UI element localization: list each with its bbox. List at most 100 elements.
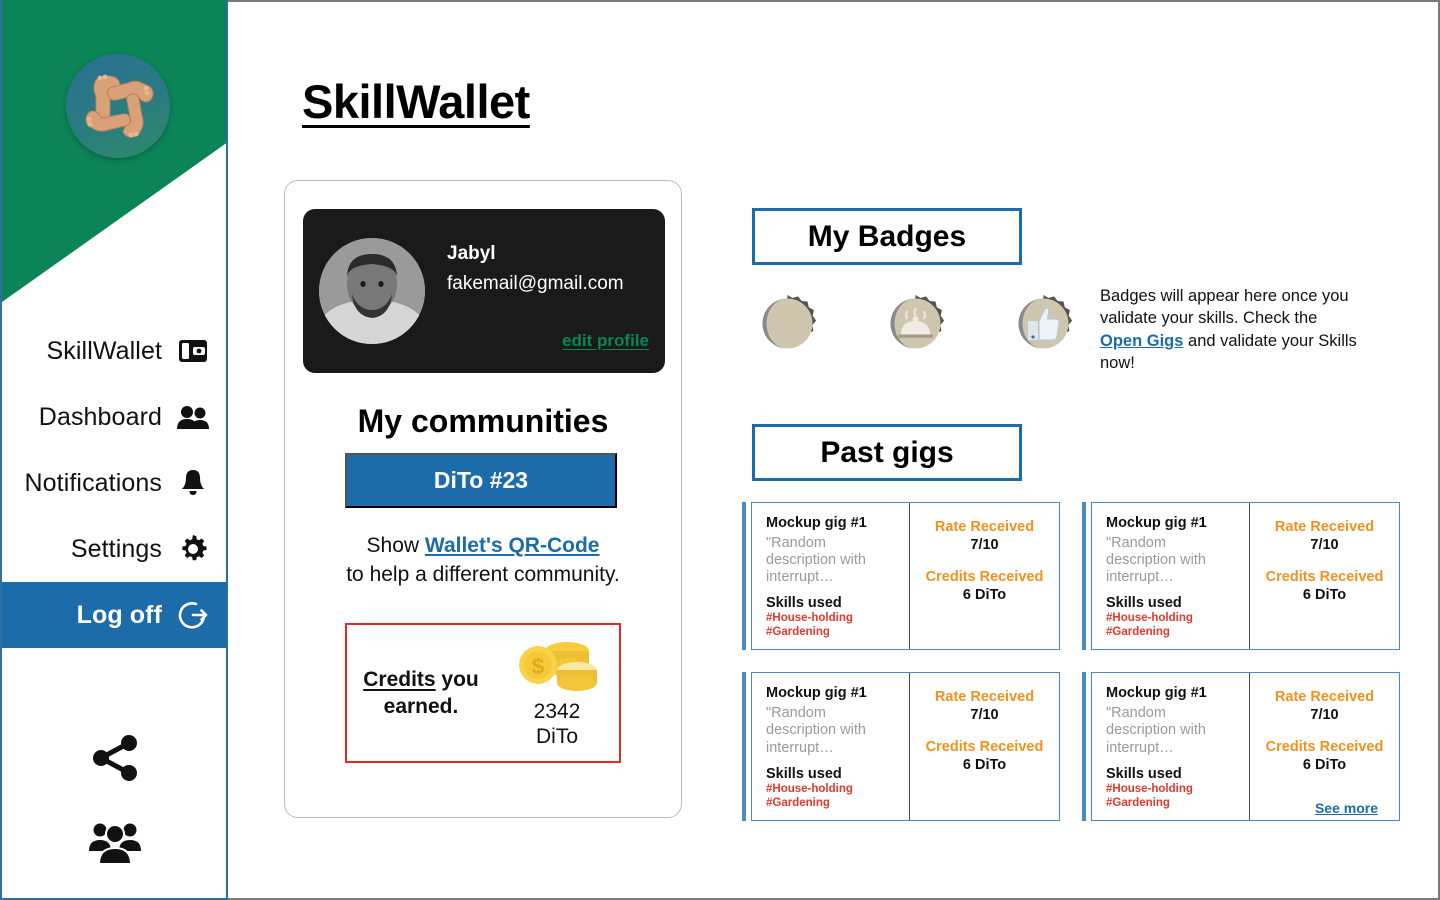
blank-badge-icon[interactable] xyxy=(752,288,823,359)
gig-details: Mockup gig #1 "Random description with i… xyxy=(1092,673,1250,820)
past-gigs-grid: Mockup gig #1 "Random description with i… xyxy=(742,502,1400,821)
gig-tag: #Gardening xyxy=(766,626,830,639)
gig-credits-label: Credits Received xyxy=(925,569,1044,585)
badges-note: Badges will appear here once you validat… xyxy=(1100,285,1362,375)
gig-rate-label: Rate Received xyxy=(934,519,1035,535)
gig-card-wrapper[interactable]: Mockup gig #1 "Random description with i… xyxy=(742,502,1060,651)
gig-card-wrapper[interactable]: Mockup gig #1 "Random description with i… xyxy=(742,672,1060,821)
qr-prefix-text: Show xyxy=(366,534,425,557)
gig-tag: #House-holding xyxy=(766,612,853,625)
profile-card: Jabyl fakemail@gmail.com edit profile My… xyxy=(284,180,682,818)
gig-tag: #Gardening xyxy=(1106,626,1170,639)
gig-rate-value: 7/10 xyxy=(970,707,999,724)
wallet-icon xyxy=(176,334,210,368)
sidebar-item-label: Log off xyxy=(76,600,162,629)
sidebar: SkillWallet Dashboard Notifications Sett… xyxy=(0,0,228,900)
gig-details: Mockup gig #1 "Random description with i… xyxy=(752,673,910,820)
gig-details: Mockup gig #1 "Random description with i… xyxy=(1092,503,1250,650)
qr-suffix-text: to help a different community. xyxy=(346,563,620,587)
gig-skills-label: Skills used xyxy=(1106,765,1182,782)
credits-label: Credits you earned. xyxy=(347,666,495,721)
gig-accent-bar xyxy=(1082,672,1086,821)
credits-word-underlined: Credits xyxy=(363,667,436,691)
gig-tag: #Gardening xyxy=(1106,796,1170,809)
gig-details: Mockup gig #1 "Random description with i… xyxy=(752,503,910,650)
gig-tag: #Gardening xyxy=(766,796,830,809)
food-cloche-badge-icon[interactable] xyxy=(880,288,951,359)
gig-credits-value: 6 DiTo xyxy=(962,757,1007,774)
sidebar-item-settings[interactable]: Settings xyxy=(2,516,226,582)
table-row[interactable]: Mockup gig #1 "Random description with i… xyxy=(751,502,1060,651)
gig-rate-label: Rate Received xyxy=(1274,689,1375,706)
credits-currency: DiTo xyxy=(535,724,578,748)
gig-skills-label: Skills used xyxy=(766,765,842,782)
table-row[interactable]: Mockup gig #1 "Random description with i… xyxy=(751,672,1060,821)
gig-credits-label: Credits Received xyxy=(1265,739,1384,756)
profile-header: Jabyl fakemail@gmail.com edit profile xyxy=(303,209,665,373)
sidebar-item-notifications[interactable]: Notifications xyxy=(2,450,226,516)
gig-card-wrapper[interactable]: Mockup gig #1 "Random description with i… xyxy=(1082,502,1400,651)
gig-accent-bar xyxy=(1082,502,1086,651)
gig-credits-value: 6 DiTo xyxy=(962,587,1007,603)
sidebar-item-label: Dashboard xyxy=(38,402,162,431)
gig-credits-value: 6 DiTo xyxy=(1302,757,1347,774)
svg-text:$: $ xyxy=(532,654,544,679)
gig-title: Mockup gig #1 xyxy=(766,685,867,702)
wallet-qr-code-link[interactable]: Wallet's QR-Code xyxy=(425,534,600,557)
badge-row xyxy=(752,288,1079,359)
gig-stats: Rate Received 7/10 Credits Received 6 Di… xyxy=(910,673,1059,819)
sidebar-item-label: Notifications xyxy=(24,468,162,497)
edit-profile-link[interactable]: edit profile xyxy=(562,331,649,351)
gig-accent-bar xyxy=(742,502,746,651)
gig-title: Mockup gig #1 xyxy=(1106,685,1207,702)
sidebar-item-label: SkillWallet xyxy=(46,336,162,365)
my-badges-heading: My Badges xyxy=(752,208,1022,265)
past-gigs-heading: Past gigs xyxy=(752,424,1022,481)
gig-description: "Random description with interrupt… xyxy=(766,705,866,756)
gig-rate-value: 7/10 xyxy=(1310,537,1339,553)
sidebar-bottom-icons xyxy=(2,730,226,870)
sidebar-item-log-off[interactable]: Log off xyxy=(2,582,226,648)
see-more-link[interactable]: See more xyxy=(1315,800,1378,816)
community-button-dito[interactable]: DiTo #23 xyxy=(345,453,617,508)
sidebar-nav: SkillWallet Dashboard Notifications Sett… xyxy=(2,318,226,648)
gig-stats: Rate Received 7/10 Credits Received 6 Di… xyxy=(1250,673,1399,819)
gig-description: "Random description with interrupt… xyxy=(1106,705,1206,756)
profile-email: fakemail@gmail.com xyxy=(447,273,624,294)
gig-tag: #House-holding xyxy=(1106,782,1193,795)
profile-info: Jabyl fakemail@gmail.com edit profile xyxy=(447,229,649,353)
gig-credits-value: 6 DiTo xyxy=(1302,587,1347,603)
gig-title: Mockup gig #1 xyxy=(1106,515,1207,531)
credits-amount: 2342 xyxy=(533,700,581,724)
community-group-icon[interactable] xyxy=(87,814,143,870)
credits-value-group: $ 2342 DiTo xyxy=(495,637,619,748)
main-content: SkillWallet Jabyl fakemail@gmail.com edi… xyxy=(228,0,1440,900)
table-row[interactable]: Mockup gig #1 "Random description with i… xyxy=(1091,672,1400,821)
gig-rate-label: Rate Received xyxy=(934,689,1035,706)
gig-tag: #House-holding xyxy=(766,782,853,795)
credits-earned-box: Credits you earned. $ 2342 DiTo xyxy=(345,623,621,763)
open-gigs-link[interactable]: Open Gigs xyxy=(1100,332,1183,350)
gig-stats: Rate Received 7/10 Credits Received 6 Di… xyxy=(1250,503,1399,649)
table-row[interactable]: Mockup gig #1 "Random description with i… xyxy=(1091,502,1400,651)
gig-card-wrapper[interactable]: Mockup gig #1 "Random description with i… xyxy=(1082,672,1400,821)
gig-description: "Random description with interrupt… xyxy=(1106,535,1206,586)
people-icon xyxy=(176,400,210,434)
gig-skills-label: Skills used xyxy=(766,595,842,612)
page-title: SkillWallet xyxy=(302,75,530,128)
gig-credits-label: Credits Received xyxy=(1265,569,1384,585)
gig-rate-value: 7/10 xyxy=(1310,707,1339,724)
sidebar-item-skillwallet[interactable]: SkillWallet xyxy=(2,318,226,384)
bell-icon xyxy=(176,466,210,500)
share-icon[interactable] xyxy=(87,730,143,786)
gig-accent-bar xyxy=(742,672,746,821)
app-root: SkillWallet Dashboard Notifications Sett… xyxy=(0,0,1440,900)
gig-stats: Rate Received 7/10 Credits Received 6 Di… xyxy=(910,503,1059,649)
gig-rate-label: Rate Received xyxy=(1274,519,1375,535)
gig-skills-label: Skills used xyxy=(1106,595,1182,612)
sidebar-item-dashboard[interactable]: Dashboard xyxy=(2,384,226,450)
thumbs-up-badge-icon[interactable] xyxy=(1008,288,1079,359)
badges-note-part1: Badges will appear here once you validat… xyxy=(1100,287,1349,328)
logout-arrow-icon xyxy=(176,598,210,632)
gear-icon xyxy=(176,532,210,566)
